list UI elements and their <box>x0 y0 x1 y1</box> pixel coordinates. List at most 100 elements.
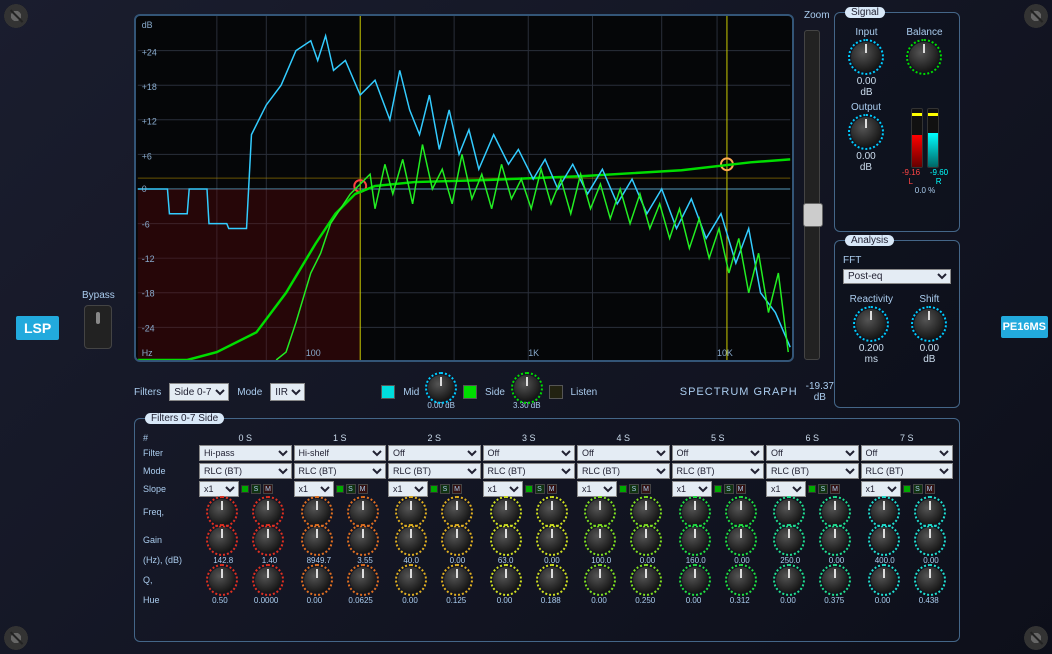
zoom-slider[interactable] <box>804 30 820 360</box>
mute-button-7[interactable]: M <box>925 484 935 494</box>
fft-select[interactable]: Post-eq <box>843 269 951 284</box>
filter-led-7[interactable] <box>903 485 911 493</box>
mute-button-1[interactable]: M <box>358 484 368 494</box>
gain-knob-4[interactable] <box>633 499 659 525</box>
filter-led-6[interactable] <box>808 485 816 493</box>
freq-knob2-7[interactable] <box>871 527 897 553</box>
listen-led[interactable] <box>549 385 563 399</box>
freq-knob2-5[interactable] <box>682 527 708 553</box>
freq-knob-6[interactable] <box>776 499 802 525</box>
filter-type-1[interactable]: Hi-shelf <box>294 445 387 461</box>
gain-knob2-7[interactable] <box>917 527 943 553</box>
mode-select[interactable]: IIR <box>270 383 305 401</box>
filter-led-0[interactable] <box>241 485 249 493</box>
freq-knob-5[interactable] <box>682 499 708 525</box>
hue-knob-3[interactable] <box>539 567 565 593</box>
side-led[interactable] <box>463 385 477 399</box>
bypass-switch[interactable] <box>84 305 112 349</box>
gain-knob-3[interactable] <box>539 499 565 525</box>
filter-type-5[interactable]: Off <box>672 445 765 461</box>
filter-led-3[interactable] <box>525 485 533 493</box>
filter-mode-6[interactable]: RLC (BT) <box>766 463 859 479</box>
gain-knob2-2[interactable] <box>444 527 470 553</box>
q-knob-0[interactable] <box>209 567 235 593</box>
mid-led[interactable] <box>381 385 395 399</box>
filter-type-7[interactable]: Off <box>861 445 954 461</box>
output-knob[interactable] <box>851 117 881 147</box>
filter-type-6[interactable]: Off <box>766 445 859 461</box>
mute-button-3[interactable]: M <box>547 484 557 494</box>
q-knob-1[interactable] <box>304 567 330 593</box>
gain-knob2-1[interactable] <box>350 527 376 553</box>
q-knob-6[interactable] <box>776 567 802 593</box>
filter-slope-0[interactable]: x1 <box>199 481 239 497</box>
hue-knob-5[interactable] <box>728 567 754 593</box>
filter-type-3[interactable]: Off <box>483 445 576 461</box>
solo-button-4[interactable]: S <box>629 484 639 494</box>
freq-knob2-3[interactable] <box>493 527 519 553</box>
freq-knob-7[interactable] <box>871 499 897 525</box>
hue-knob-1[interactable] <box>350 567 376 593</box>
q-knob-7[interactable] <box>871 567 897 593</box>
mute-button-0[interactable]: M <box>263 484 273 494</box>
filter-slope-6[interactable]: x1 <box>766 481 806 497</box>
spectrum-graph[interactable]: dB +24 +18 +12 +6 0 -6 -12 -18 -24 Hz 10… <box>134 14 794 362</box>
filter-led-1[interactable] <box>336 485 344 493</box>
filter-mode-4[interactable]: RLC (BT) <box>577 463 670 479</box>
mute-button-4[interactable]: M <box>641 484 651 494</box>
filter-led-5[interactable] <box>714 485 722 493</box>
filter-slope-4[interactable]: x1 <box>577 481 617 497</box>
hue-knob-4[interactable] <box>633 567 659 593</box>
reactivity-knob[interactable] <box>856 309 886 339</box>
gain-knob-5[interactable] <box>728 499 754 525</box>
filter-mode-0[interactable]: RLC (BT) <box>199 463 292 479</box>
balance-knob[interactable] <box>909 42 939 72</box>
filter-mode-1[interactable]: RLC (BT) <box>294 463 387 479</box>
q-knob-3[interactable] <box>493 567 519 593</box>
filter-led-4[interactable] <box>619 485 627 493</box>
freq-knob2-0[interactable] <box>209 527 235 553</box>
solo-button-6[interactable]: S <box>818 484 828 494</box>
solo-button-1[interactable]: S <box>346 484 356 494</box>
solo-button-7[interactable]: S <box>913 484 923 494</box>
q-knob-2[interactable] <box>398 567 424 593</box>
filters-select[interactable]: Side 0-7 <box>169 383 229 401</box>
solo-button-5[interactable]: S <box>724 484 734 494</box>
filter-type-2[interactable]: Off <box>388 445 481 461</box>
hue-knob-2[interactable] <box>444 567 470 593</box>
mute-button-5[interactable]: M <box>736 484 746 494</box>
hue-knob-7[interactable] <box>917 567 943 593</box>
freq-knob-4[interactable] <box>587 499 613 525</box>
filter-mode-5[interactable]: RLC (BT) <box>672 463 765 479</box>
hue-knob-6[interactable] <box>822 567 848 593</box>
solo-button-2[interactable]: S <box>440 484 450 494</box>
filter-mode-2[interactable]: RLC (BT) <box>388 463 481 479</box>
shift-knob[interactable] <box>914 309 944 339</box>
freq-knob2-6[interactable] <box>776 527 802 553</box>
freq-knob-2[interactable] <box>398 499 424 525</box>
solo-button-3[interactable]: S <box>535 484 545 494</box>
freq-knob2-1[interactable] <box>304 527 330 553</box>
filter-mode-3[interactable]: RLC (BT) <box>483 463 576 479</box>
gain-knob2-5[interactable] <box>728 527 754 553</box>
filter-type-0[interactable]: Hi-pass <box>199 445 292 461</box>
gain-knob2-6[interactable] <box>822 527 848 553</box>
freq-knob-1[interactable] <box>304 499 330 525</box>
filter-slope-2[interactable]: x1 <box>388 481 428 497</box>
mute-button-6[interactable]: M <box>830 484 840 494</box>
gain-knob2-0[interactable] <box>255 527 281 553</box>
side-knob[interactable] <box>514 375 540 401</box>
q-knob-4[interactable] <box>587 567 613 593</box>
filter-led-2[interactable] <box>430 485 438 493</box>
gain-knob-6[interactable] <box>822 499 848 525</box>
filter-slope-1[interactable]: x1 <box>294 481 334 497</box>
gain-knob-7[interactable] <box>917 499 943 525</box>
filter-slope-7[interactable]: x1 <box>861 481 901 497</box>
gain-knob2-4[interactable] <box>633 527 659 553</box>
filter-slope-5[interactable]: x1 <box>672 481 712 497</box>
solo-button-0[interactable]: S <box>251 484 261 494</box>
filter-mode-7[interactable]: RLC (BT) <box>861 463 954 479</box>
input-knob[interactable] <box>851 42 881 72</box>
freq-knob2-4[interactable] <box>587 527 613 553</box>
freq-knob-0[interactable] <box>209 499 235 525</box>
